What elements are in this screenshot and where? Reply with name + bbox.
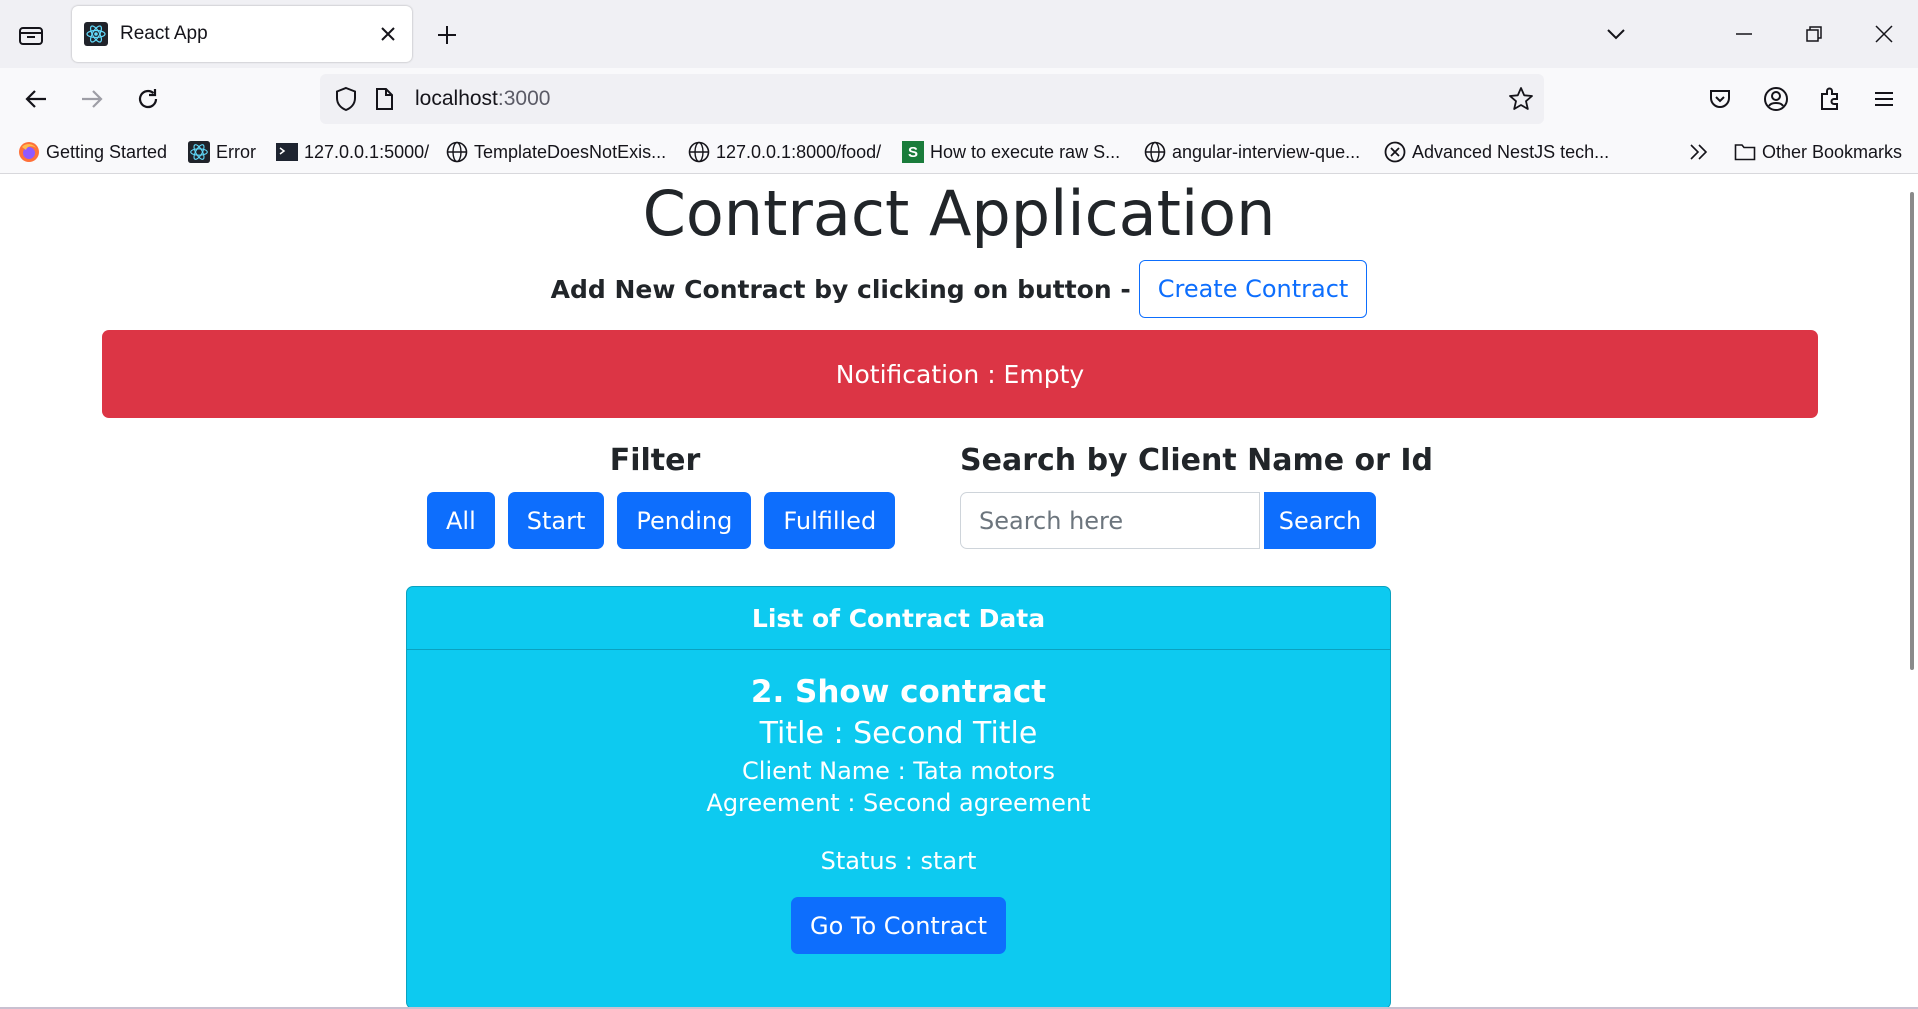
other-bookmarks-label: Other Bookmarks <box>1762 141 1903 162</box>
close-icon[interactable] <box>376 22 400 46</box>
contract-item: 2. Show contract Title : Second Title Cl… <box>407 674 1390 954</box>
notification-alert: Notification : Empty <box>102 330 1818 418</box>
account-icon[interactable] <box>1756 80 1796 118</box>
add-contract-label: Add New Contract by clicking on button - <box>550 274 1131 304</box>
bookmark-label: How to execute raw S... <box>930 141 1121 162</box>
contract-list-card: List of Contract Data 2. Show contract T… <box>406 586 1391 1009</box>
url-port: :3000 <box>497 87 551 110</box>
menu-icon[interactable] <box>1864 80 1904 118</box>
new-tab-icon[interactable] <box>430 18 464 52</box>
other-bookmarks[interactable]: Other Bookmarks <box>1734 138 1902 166</box>
react-icon <box>84 22 108 46</box>
globe-icon <box>1144 141 1166 163</box>
bookmark-label: Getting Started <box>46 141 168 162</box>
filter-start-button[interactable]: Start <box>507 492 605 549</box>
bookmark-item[interactable]: S How to execute raw S... <box>902 138 1120 166</box>
bookmark-label: Advanced NestJS tech... <box>1412 141 1610 162</box>
contract-agreement: Agreement : Second agreement <box>706 789 1091 817</box>
page-content: Contract Application Add New Contract by… <box>0 175 1900 1009</box>
tab-bar: React App <box>0 0 1918 68</box>
filter-fulfilled-button[interactable]: Fulfilled <box>764 492 896 549</box>
go-to-contract-button[interactable]: Go To Contract <box>790 897 1007 954</box>
back-arrow-icon[interactable] <box>16 80 56 118</box>
filter-buttons: All Start Pending Fulfilled <box>427 492 908 549</box>
pocket-icon[interactable] <box>1700 80 1740 118</box>
bookmark-item[interactable]: 127.0.0.1:5000/ <box>276 138 429 166</box>
forward-arrow-icon[interactable] <box>72 80 112 118</box>
bookmark-label: TemplateDoesNotExis... <box>474 141 667 162</box>
bookmark-label: angular-interview-que... <box>1172 141 1361 162</box>
add-contract-row: Add New Contract by clicking on button -… <box>0 260 1918 318</box>
star-icon[interactable] <box>1508 86 1534 117</box>
filter-all-button[interactable]: All <box>427 492 495 549</box>
bookmark-item[interactable]: Getting Started <box>18 138 167 166</box>
globe-icon <box>688 141 710 163</box>
contract-title: Title : Second Title <box>759 716 1038 751</box>
create-contract-button[interactable]: Create Contract <box>1138 260 1368 318</box>
contract-heading: 2. Show contract <box>750 674 1047 710</box>
s-icon: S <box>902 141 924 163</box>
firefox-icon <box>18 141 40 163</box>
bookmark-item[interactable]: 127.0.0.1:8000/food/ <box>688 138 881 166</box>
bookmark-label: Error <box>216 141 256 162</box>
bookmark-label: 127.0.0.1:5000/ <box>304 141 430 162</box>
tab-title: React App <box>120 23 208 44</box>
bookmark-item[interactable]: Error <box>188 138 256 166</box>
nav-bar: localhost:3000 <box>0 68 1918 130</box>
search-input[interactable] <box>960 492 1260 549</box>
filter-heading: Filter <box>609 443 701 478</box>
tab-react-app[interactable]: React App <box>72 6 412 62</box>
bookmarks-bar: Getting Started Error 127.0.0.1:5000/ Te… <box>0 130 1918 174</box>
folder-icon <box>1734 141 1756 163</box>
window-close-icon[interactable] <box>1864 16 1904 52</box>
tab-list-icon[interactable] <box>14 18 48 52</box>
bookmark-item[interactable]: angular-interview-que... <box>1144 138 1360 166</box>
filter-pending-button[interactable]: Pending <box>617 492 752 549</box>
url-bar[interactable]: localhost:3000 <box>320 74 1544 124</box>
restore-icon[interactable] <box>1794 16 1834 52</box>
bookmark-label: 127.0.0.1:8000/food/ <box>716 141 882 162</box>
page-scrollbar[interactable] <box>1910 192 1914 670</box>
bookmark-item[interactable]: TemplateDoesNotExis... <box>446 138 666 166</box>
page-icon[interactable] <box>374 87 394 116</box>
url-text[interactable]: localhost:3000 <box>415 87 550 111</box>
url-host: localhost <box>415 87 498 110</box>
contract-client: Client Name : Tata motors <box>742 757 1055 785</box>
shield-icon[interactable] <box>334 86 358 117</box>
search-heading: Search by Client Name or Id <box>960 443 1434 478</box>
x-circle-icon <box>1384 141 1406 163</box>
minimize-icon[interactable] <box>1724 16 1764 52</box>
contract-status: Status : start <box>820 847 977 875</box>
react-icon <box>188 141 210 163</box>
terminal-icon <box>276 141 298 163</box>
svg-text:S: S <box>908 144 918 161</box>
reload-icon[interactable] <box>128 80 168 118</box>
chevron-down-icon[interactable] <box>1596 16 1636 52</box>
globe-icon <box>446 141 468 163</box>
extensions-icon[interactable] <box>1810 80 1850 118</box>
chevron-double-right-icon[interactable] <box>1688 138 1710 166</box>
search-button[interactable]: Search <box>1264 492 1376 549</box>
card-header: List of Contract Data <box>407 587 1390 650</box>
bookmark-item[interactable]: Advanced NestJS tech... <box>1384 138 1609 166</box>
page-title: Contract Application <box>642 177 1276 250</box>
